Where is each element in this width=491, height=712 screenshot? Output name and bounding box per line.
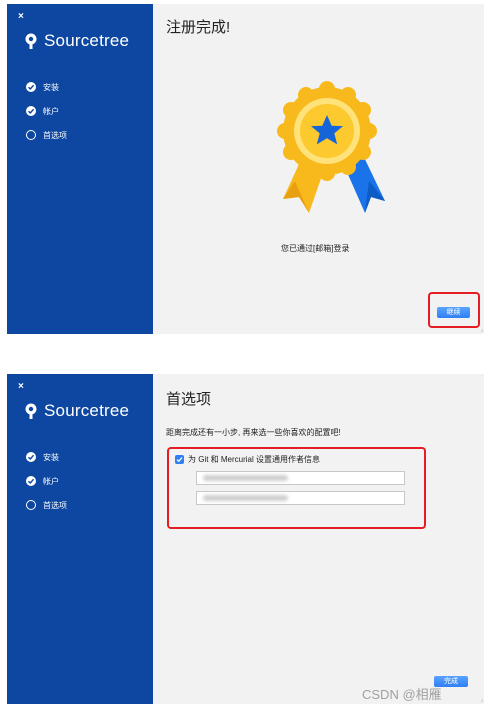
step-install: 安装 xyxy=(26,81,67,93)
author-name-field[interactable] xyxy=(196,471,405,485)
brand-name: Sourcetree xyxy=(44,401,130,420)
close-button[interactable]: × xyxy=(18,12,24,22)
step-account: 帐户 xyxy=(26,475,67,487)
empty-circle-icon xyxy=(26,130,36,140)
sidebar: × Sourcetree 安装 帐户 首选项 xyxy=(7,4,153,334)
resize-grip-icon[interactable]: ⌟ xyxy=(480,696,483,703)
preferences-window: × Sourcetree 安装 帐户 首选项 首选项 距离完成还有一小步, 再来… xyxy=(7,374,484,704)
step-label: 安装 xyxy=(43,452,59,462)
page-title: 首选项 xyxy=(166,391,212,408)
redacted-value xyxy=(203,475,288,481)
check-circle-icon xyxy=(26,82,36,92)
step-label: 安装 xyxy=(43,82,59,92)
close-button[interactable]: × xyxy=(18,382,24,392)
check-circle-icon xyxy=(26,452,36,462)
resize-grip-icon[interactable]: ⌟ xyxy=(480,326,483,333)
step-preferences: 首选项 xyxy=(26,129,67,141)
step-label: 帐户 xyxy=(43,476,59,486)
login-status-text: 您已通过[邮箱]登录 xyxy=(281,244,350,253)
page-subtitle: 距离完成还有一小步, 再来选一些你喜欢的配置吧! xyxy=(166,428,341,437)
watermark: CSDN @相雁 xyxy=(362,687,442,702)
award-ribbon-icon xyxy=(277,81,385,213)
git-author-checkbox[interactable] xyxy=(175,455,184,464)
redacted-value xyxy=(203,495,288,501)
step-account: 帐户 xyxy=(26,105,67,117)
setup-steps: 安装 帐户 首选项 xyxy=(26,81,67,153)
brand: Sourcetree xyxy=(24,401,129,421)
step-label: 帐户 xyxy=(43,106,59,116)
author-email-field[interactable] xyxy=(196,491,405,505)
step-label: 首选项 xyxy=(43,130,67,140)
sourcetree-logo-icon xyxy=(25,403,37,419)
page-title: 注册完成! xyxy=(166,19,231,36)
step-preferences: 首选项 xyxy=(26,499,67,511)
empty-circle-icon xyxy=(26,500,36,510)
brand-name: Sourcetree xyxy=(44,31,130,50)
check-circle-icon xyxy=(26,476,36,486)
registration-complete-window: × Sourcetree 安装 帐户 首选项 注册完成! 您已通过[邮箱]登录 … xyxy=(7,4,484,334)
brand: Sourcetree xyxy=(24,31,129,51)
step-install: 安装 xyxy=(26,451,67,463)
setup-steps: 安装 帐户 首选项 xyxy=(26,451,67,523)
git-author-label: 为 Git 和 Mercurial 设置通用作者信息 xyxy=(188,455,321,464)
git-author-option[interactable]: 为 Git 和 Mercurial 设置通用作者信息 xyxy=(175,454,320,465)
continue-button[interactable]: 继续 xyxy=(437,307,470,318)
check-circle-icon xyxy=(26,106,36,116)
sourcetree-logo-icon xyxy=(25,33,37,49)
step-label: 首选项 xyxy=(43,500,67,510)
sidebar: × Sourcetree 安装 帐户 首选项 xyxy=(7,374,153,704)
